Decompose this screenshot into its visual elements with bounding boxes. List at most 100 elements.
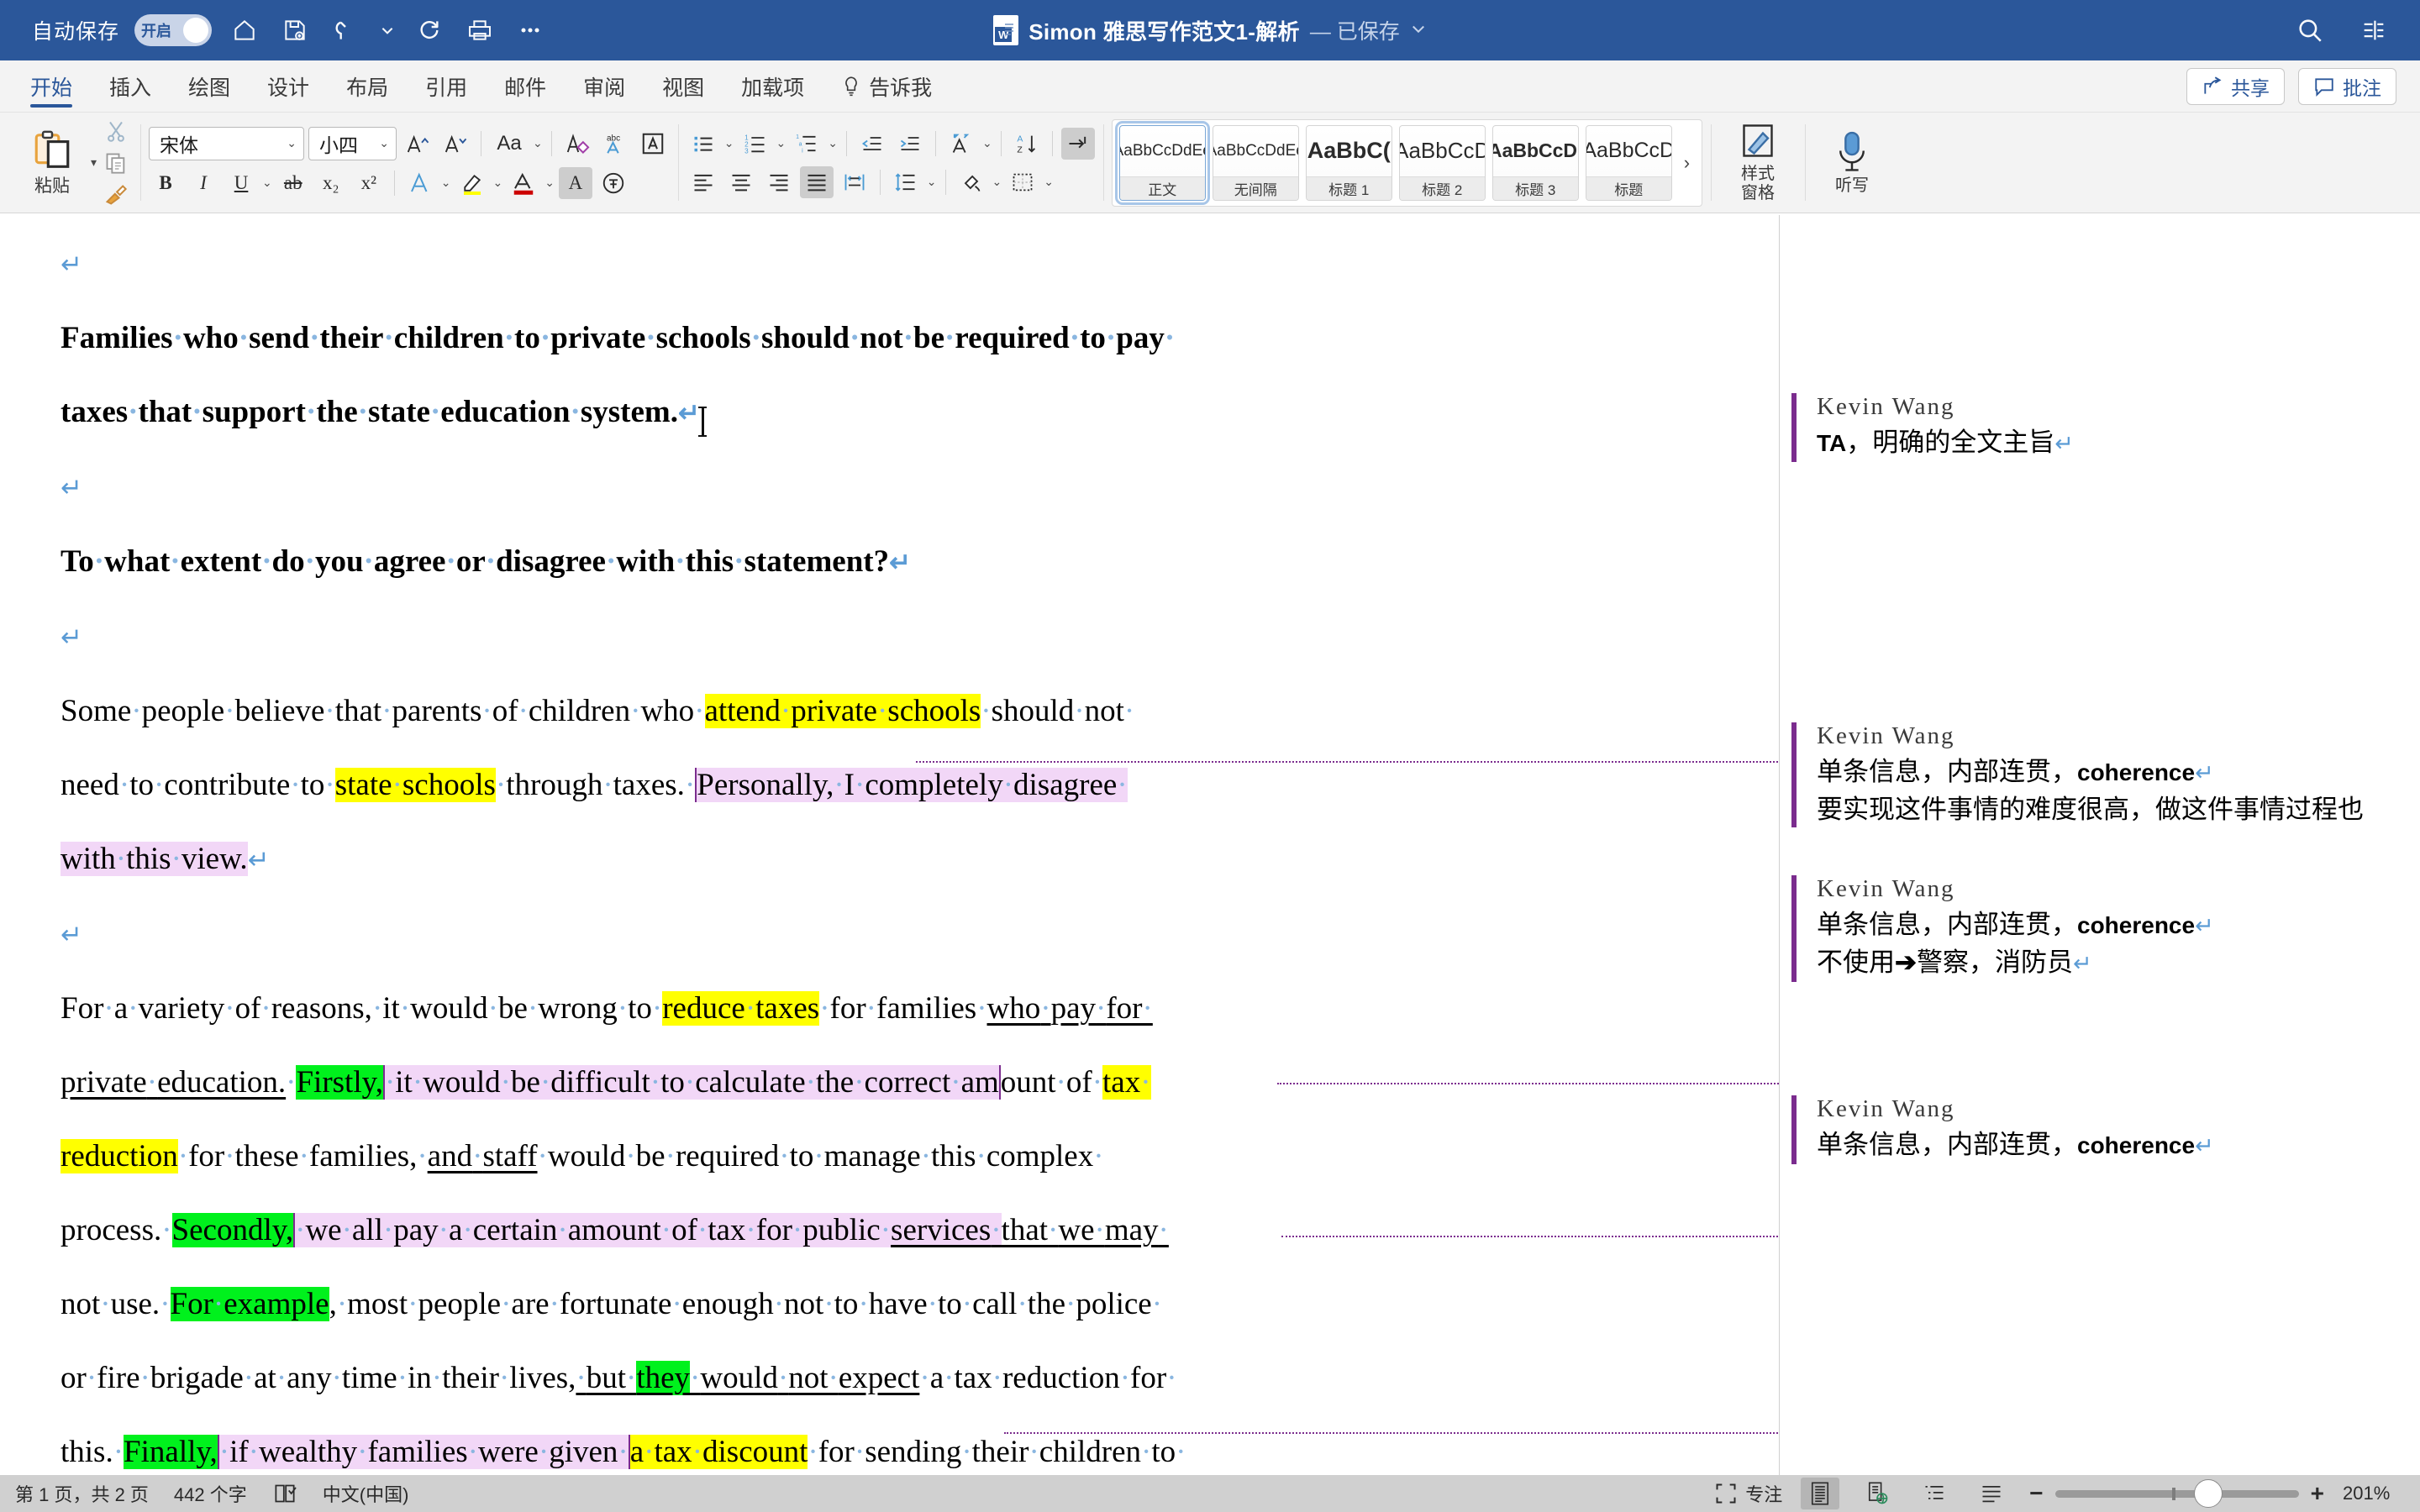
character-border-icon[interactable]	[636, 128, 670, 160]
tab-draw[interactable]: 绘图	[170, 60, 249, 113]
search-icon[interactable]	[2292, 13, 2328, 48]
font-color-icon[interactable]	[507, 167, 540, 199]
borders-dropdown-icon[interactable]: ⌄	[1044, 175, 1054, 189]
chevron-down-icon[interactable]: ⌄	[287, 136, 297, 150]
comment-card-3[interactable]: Kevin Wang 单条信息，内部连贯，coherence↵ 不使用➔警察，消…	[1791, 875, 2395, 982]
style-pane-button[interactable]: 样式 窗格	[1719, 122, 1797, 203]
outline-view-button[interactable]	[1915, 1478, 1954, 1509]
undo-icon[interactable]	[328, 13, 363, 48]
align-left-icon[interactable]	[687, 166, 720, 198]
essay-paragraph-1[interactable]: Some·people·believe·that·parents·of·chil…	[60, 675, 1718, 897]
proofing-icon[interactable]	[272, 1483, 297, 1504]
strikethrough-button[interactable]: ab	[276, 167, 310, 199]
font-size-combo[interactable]: 小四 ⌄	[308, 126, 397, 160]
multilevel-dropdown-icon[interactable]: ⌄	[828, 136, 838, 150]
style-card-title[interactable]: AaBbCcD 标题	[1585, 124, 1672, 201]
zoom-in-button[interactable]: +	[2311, 1480, 2324, 1507]
paste-dropdown-icon[interactable]: ▾	[91, 155, 97, 170]
word-count[interactable]: 442 个字	[174, 1480, 247, 1507]
asian-layout-dropdown-icon[interactable]: ⌄	[982, 136, 992, 150]
dictate-button[interactable]: 听写	[1813, 130, 1891, 196]
comment-card-4[interactable]: Kevin Wang 单条信息，内部连贯，coherence↵	[1791, 1095, 2395, 1164]
multilevel-list-icon[interactable]: 1ai	[790, 128, 823, 160]
change-case-icon[interactable]: Aa	[490, 128, 529, 160]
copy-icon[interactable]	[100, 150, 132, 176]
grow-font-icon[interactable]	[401, 128, 434, 160]
prompt-paragraph-2[interactable]: To·what·extent·do·you·agree·or·disagree·…	[60, 525, 1718, 600]
line-spacing-dropdown-icon[interactable]: ⌄	[927, 175, 937, 189]
tab-home[interactable]: 开始	[12, 60, 91, 113]
print-layout-view-button[interactable]	[1801, 1478, 1840, 1509]
zoom-out-button[interactable]: −	[2029, 1480, 2043, 1507]
more-commands-icon[interactable]	[513, 13, 548, 48]
comment-card-2[interactable]: Kevin Wang 单条信息，内部连贯，coherence↵ 要实现这件事情的…	[1791, 722, 2395, 827]
comment-range-1[interactable]: Personally,·I·completely·disagree·	[695, 768, 1128, 802]
document-page[interactable]: ↵ Families·who·send·their·children·to·pr…	[0, 215, 1781, 1475]
clear-formatting-icon[interactable]	[560, 128, 594, 160]
style-card-heading-3[interactable]: AaBbCcDı 标题 3	[1491, 124, 1579, 201]
autosave-toggle[interactable]: 开启	[134, 14, 213, 46]
tab-tell-me[interactable]: 告诉我	[823, 60, 950, 113]
paste-button[interactable]: 粘贴	[13, 125, 91, 201]
align-center-icon[interactable]	[724, 166, 758, 198]
scissors-icon[interactable]	[100, 118, 132, 144]
zoom-level[interactable]: 201%	[2343, 1483, 2405, 1504]
decrease-indent-icon[interactable]	[855, 128, 889, 160]
page-indicator[interactable]: 第 1 页，共 2 页	[15, 1480, 149, 1507]
enclose-character-icon[interactable]	[597, 167, 630, 199]
highlight-dropdown-icon[interactable]: ⌄	[493, 176, 503, 190]
numbering-dropdown-icon[interactable]: ⌄	[776, 136, 786, 150]
bold-button[interactable]: B	[149, 167, 182, 199]
font-family-combo[interactable]: 宋体 ⌄	[149, 126, 305, 160]
borders-icon[interactable]	[1006, 166, 1039, 198]
text-effects-dropdown-icon[interactable]: ⌄	[441, 176, 451, 190]
tab-references[interactable]: 引用	[407, 60, 486, 113]
highlight-color-icon[interactable]	[455, 167, 489, 199]
tab-addins[interactable]: 加载项	[723, 60, 823, 113]
tab-insert[interactable]: 插入	[91, 60, 170, 113]
align-right-icon[interactable]	[762, 166, 796, 198]
shading-dropdown-icon[interactable]: ⌄	[992, 175, 1002, 189]
style-card-heading-1[interactable]: AaBbC( 标题 1	[1305, 124, 1392, 201]
comment-range-3[interactable]: ·we·all·pay·a·certain·amount·of·tax·for·…	[293, 1213, 1002, 1247]
tab-view[interactable]: 视图	[644, 60, 723, 113]
character-shading-icon[interactable]: A	[558, 166, 592, 199]
tab-layout[interactable]: 布局	[328, 60, 407, 113]
comments-button[interactable]: 批注	[2298, 67, 2396, 105]
numbered-list-icon[interactable]: 123	[739, 128, 772, 160]
underline-dropdown-icon[interactable]: ⌄	[262, 176, 272, 190]
home-icon[interactable]	[227, 13, 262, 48]
sort-icon[interactable]: AZ	[1010, 128, 1044, 160]
chevron-right-icon[interactable]: ›	[1679, 152, 1695, 174]
format-painter-icon[interactable]	[100, 181, 132, 208]
comment-range-2[interactable]: ·it·would·be·difficult·to·calculate·the·…	[382, 1065, 1001, 1100]
bullet-list-icon[interactable]	[687, 128, 720, 160]
justify-icon[interactable]	[799, 165, 834, 198]
ribbon-display-icon[interactable]	[2356, 13, 2391, 48]
zoom-slider[interactable]: − +	[2029, 1478, 2324, 1508]
increase-indent-icon[interactable]	[893, 128, 927, 160]
tab-design[interactable]: 设计	[249, 60, 328, 113]
asian-layout-icon[interactable]	[944, 128, 978, 160]
bullet-dropdown-icon[interactable]: ⌄	[724, 136, 734, 150]
show-formatting-marks-icon[interactable]	[1060, 127, 1095, 160]
page-title[interactable]: Simon 雅思写作范文1-解析	[1028, 15, 1300, 46]
style-card-no-spacing[interactable]: AaBbCcDdEe 无间隔	[1212, 124, 1299, 201]
save-icon[interactable]	[277, 13, 313, 48]
document-body[interactable]: ↵ Families·who·send·their·children·to·pr…	[60, 215, 1718, 1475]
tab-mailings[interactable]: 邮件	[486, 60, 565, 113]
underline-button[interactable]: U	[224, 167, 258, 199]
comment-range-1-cont[interactable]: with·this·view.	[60, 842, 248, 876]
share-button[interactable]: 共享	[2186, 67, 2285, 105]
shrink-font-icon[interactable]	[439, 128, 472, 160]
undo-dropdown-icon[interactable]	[378, 13, 397, 48]
zoom-track[interactable]	[2054, 1478, 2299, 1508]
distribute-icon[interactable]	[838, 166, 871, 198]
subscript-button[interactable]: x₂	[314, 167, 348, 199]
line-spacing-icon[interactable]	[889, 166, 923, 198]
style-card-heading-2[interactable]: AaBbCcD 标题 2	[1398, 124, 1486, 201]
essay-paragraph-2[interactable]: For·a·variety·of·reasons,·it·would·be·wr…	[60, 972, 1718, 1475]
superscript-button[interactable]: x²	[352, 167, 386, 199]
redo-icon[interactable]	[412, 13, 447, 48]
print-icon[interactable]	[462, 13, 497, 48]
